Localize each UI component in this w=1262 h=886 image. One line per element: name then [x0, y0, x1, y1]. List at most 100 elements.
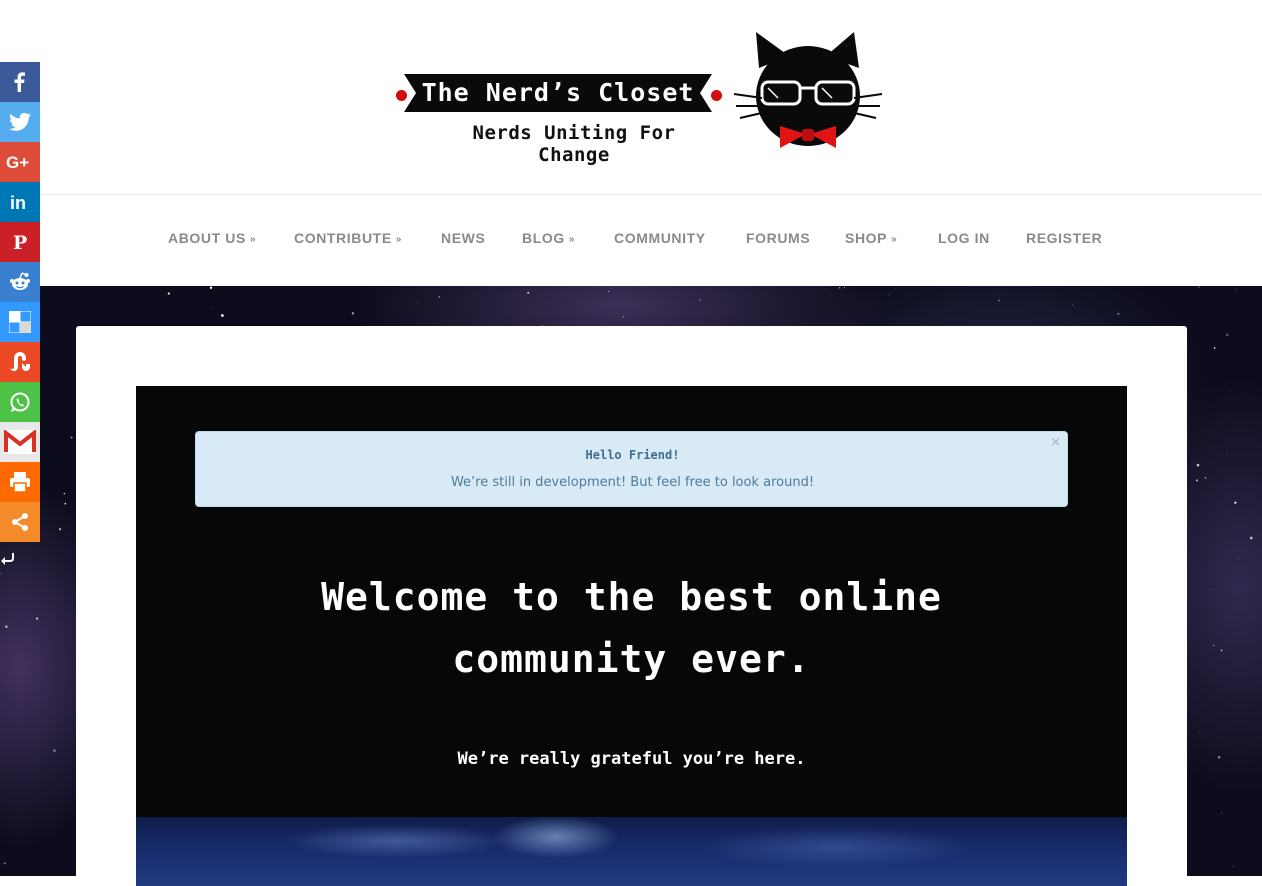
- nav-item-community[interactable]: COMMUNITY: [614, 230, 706, 250]
- star: [64, 502, 67, 505]
- nav-item-label: COMMUNITY: [614, 230, 706, 246]
- star: [1071, 304, 1073, 305]
- nav-item-label: SHOP: [845, 230, 888, 246]
- chevron-down-icon: »: [568, 234, 576, 245]
- nav-item-blog[interactable]: BLOG»: [522, 230, 575, 250]
- nav-item-contribute[interactable]: CONTRIBUTE»: [294, 230, 402, 250]
- star: [622, 316, 625, 318]
- nav-item-register[interactable]: REGISTER: [1026, 230, 1102, 250]
- star: [998, 299, 1000, 302]
- reddit-share-button[interactable]: [0, 262, 40, 302]
- google-plus-share-button[interactable]: G+: [0, 142, 40, 182]
- linkedin-share-button[interactable]: in: [0, 182, 40, 222]
- stumbleupon-share-button[interactable]: [0, 342, 40, 382]
- star: [1235, 288, 1236, 290]
- whatsapp-share-button[interactable]: [0, 382, 40, 422]
- chevron-down-icon: »: [395, 234, 402, 245]
- star: [1217, 755, 1221, 759]
- nav-item-forums[interactable]: FORUMS: [746, 230, 810, 250]
- hero-subheading: We’re really grateful you’re here.: [457, 749, 806, 769]
- star: [1204, 476, 1207, 479]
- star: [1212, 644, 1215, 647]
- share-sidebar: G+ in P: [0, 62, 40, 542]
- nav-item-log-in[interactable]: LOG IN: [938, 230, 990, 250]
- star: [1198, 286, 1200, 288]
- star: [1198, 731, 1200, 733]
- chevron-down-icon: »: [249, 234, 257, 245]
- stumbleupon-icon: [10, 352, 30, 371]
- star: [63, 492, 65, 495]
- whatsapp-icon: [10, 392, 30, 412]
- svg-text:in: in: [10, 193, 26, 212]
- star: [70, 436, 73, 439]
- linkedin-icon: in: [10, 193, 26, 212]
- star: [527, 291, 530, 294]
- nav-item-news[interactable]: NEWS: [441, 230, 485, 250]
- main-nav: ABOUT US» CONTRIBUTE» NEWS BLOG» COMMUNI…: [0, 196, 1262, 286]
- pinterest-share-button[interactable]: P: [0, 222, 40, 262]
- nav-item-label: BLOG: [522, 230, 565, 246]
- star: [1220, 649, 1223, 652]
- logo-dot-right: [711, 90, 722, 101]
- pinterest-icon: P: [13, 232, 27, 252]
- google-plus-icon: G+: [6, 153, 29, 172]
- alert-title: Hello Friend!: [585, 448, 680, 462]
- star: [608, 291, 609, 292]
- star: [3, 862, 6, 865]
- delicious-icon: [9, 311, 31, 333]
- print-icon: [10, 472, 30, 492]
- star: [1229, 390, 1231, 392]
- hide-arrow-icon[interactable]: [0, 550, 16, 566]
- star: [825, 290, 827, 291]
- logo-title: The Nerd’s Closet: [421, 78, 695, 107]
- nav-item-label: ABOUT US: [168, 230, 246, 246]
- delicious-share-button[interactable]: [0, 302, 40, 342]
- star: [699, 299, 701, 301]
- star: [1210, 589, 1212, 590]
- star: [53, 749, 56, 752]
- star: [221, 314, 224, 317]
- facebook-icon: [14, 72, 25, 92]
- star: [1225, 333, 1229, 337]
- twitter-icon: [9, 112, 31, 131]
- star: [438, 296, 440, 298]
- nav-item-shop[interactable]: SHOP»: [845, 230, 897, 250]
- logo-tagline: Nerds Uniting For Change: [472, 122, 676, 166]
- hero-heading: Welcome to the best online community eve…: [321, 575, 942, 681]
- star: [416, 301, 418, 303]
- twitter-share-button[interactable]: [0, 102, 40, 142]
- star: [1234, 501, 1237, 504]
- star: [351, 312, 355, 315]
- nav-item-label: REGISTER: [1026, 230, 1103, 246]
- nav-item-label: NEWS: [441, 230, 486, 246]
- more-share-button[interactable]: [0, 502, 40, 542]
- star: [1195, 479, 1198, 482]
- content-card: × Hello Friend! We’re still in developme…: [76, 326, 1187, 886]
- star: [59, 528, 62, 531]
- star: [838, 286, 841, 289]
- hero-section: × Hello Friend! We’re still in developme…: [136, 386, 1127, 886]
- cat-mascot-icon: [733, 30, 884, 155]
- site-header: The Nerd’s Closet Nerds Uniting For Chan…: [0, 0, 1262, 195]
- nav-list: ABOUT US» CONTRIBUTE» NEWS BLOG» COMMUNI…: [0, 196, 1262, 286]
- star: [5, 625, 8, 628]
- star: [1213, 347, 1216, 349]
- star: [1237, 558, 1239, 559]
- nav-item-about-us[interactable]: ABOUT US»: [168, 230, 256, 250]
- share-icon: [12, 513, 28, 531]
- star: [1232, 865, 1234, 867]
- star: [1196, 463, 1200, 467]
- svg-text:G+: G+: [6, 153, 29, 172]
- star: [209, 286, 213, 290]
- facebook-share-button[interactable]: [0, 62, 40, 102]
- star: [1249, 536, 1253, 540]
- site-logo[interactable]: The Nerd’s Closet Nerds Uniting For Chan…: [396, 30, 886, 166]
- chevron-down-icon: »: [891, 234, 898, 245]
- star: [0, 572, 1, 575]
- star: [212, 307, 214, 309]
- gmail-share-button[interactable]: [0, 422, 40, 462]
- star: [1226, 454, 1228, 455]
- info-alert: × Hello Friend! We’re still in developme…: [195, 431, 1068, 507]
- alert-message: We’re still in development! But feel fre…: [450, 475, 815, 490]
- print-share-button[interactable]: [0, 462, 40, 502]
